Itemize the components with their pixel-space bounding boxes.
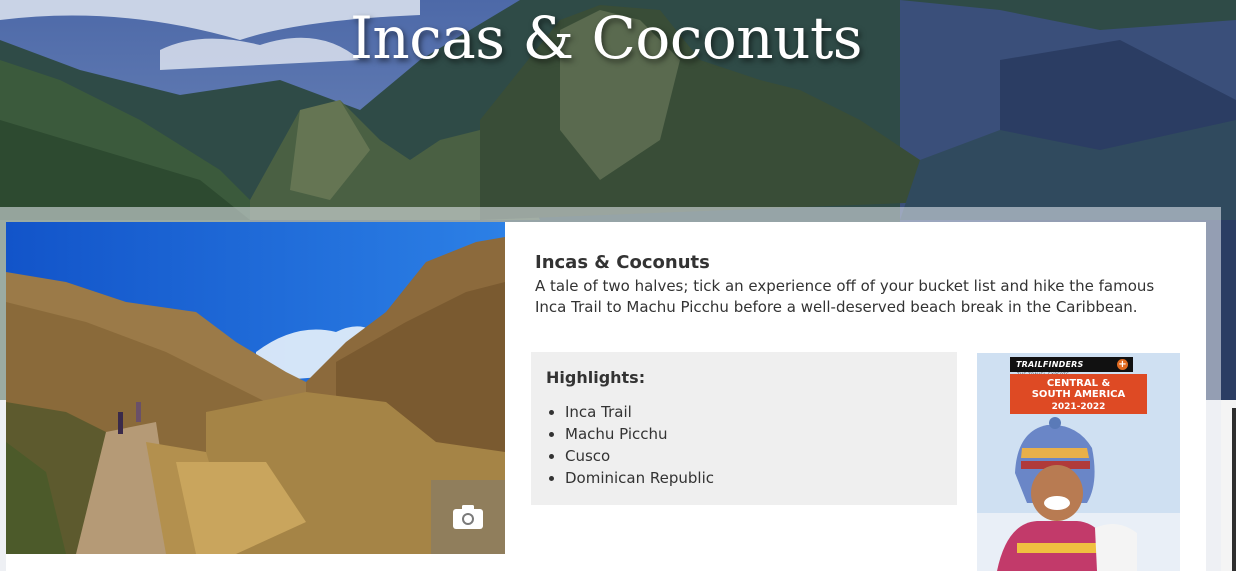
list-item: Dominican Republic — [565, 467, 714, 489]
highlights-box: Highlights: Inca Trail Machu Picchu Cusc… — [531, 352, 957, 505]
gallery-button[interactable] — [431, 480, 505, 554]
highlights-heading: Highlights: — [546, 368, 646, 387]
brochure-title-box: CENTRAL & SOUTH AMERICA 2021-2022 — [1010, 374, 1147, 414]
plus-icon: + — [1117, 359, 1128, 370]
brochure-region-line1: CENTRAL & — [1046, 378, 1111, 389]
list-item: Cusco — [565, 445, 714, 467]
card-title: Incas & Coconuts — [535, 252, 710, 273]
list-item: Inca Trail — [565, 401, 714, 423]
brochure-region-line2: SOUTH AMERICA — [1031, 389, 1126, 400]
page-title: Incas & Coconuts — [349, 4, 863, 72]
camera-icon — [453, 505, 483, 529]
scrollbar[interactable] — [1232, 408, 1236, 571]
card-description: A tale of two halves; tick an experience… — [535, 277, 1155, 316]
highlights-list: Inca Trail Machu Picchu Cusco Dominican … — [565, 401, 714, 489]
brochure-years: 2021-2022 — [1051, 402, 1106, 412]
brochure-brand: TRAILFINDERS + — [1010, 357, 1133, 372]
brochure-cover[interactable]: TRAILFINDERS+ THE TRAVEL EXPERTS CENTRAL… — [977, 353, 1180, 571]
list-item: Machu Picchu — [565, 423, 714, 445]
tour-photo[interactable] — [6, 222, 505, 554]
